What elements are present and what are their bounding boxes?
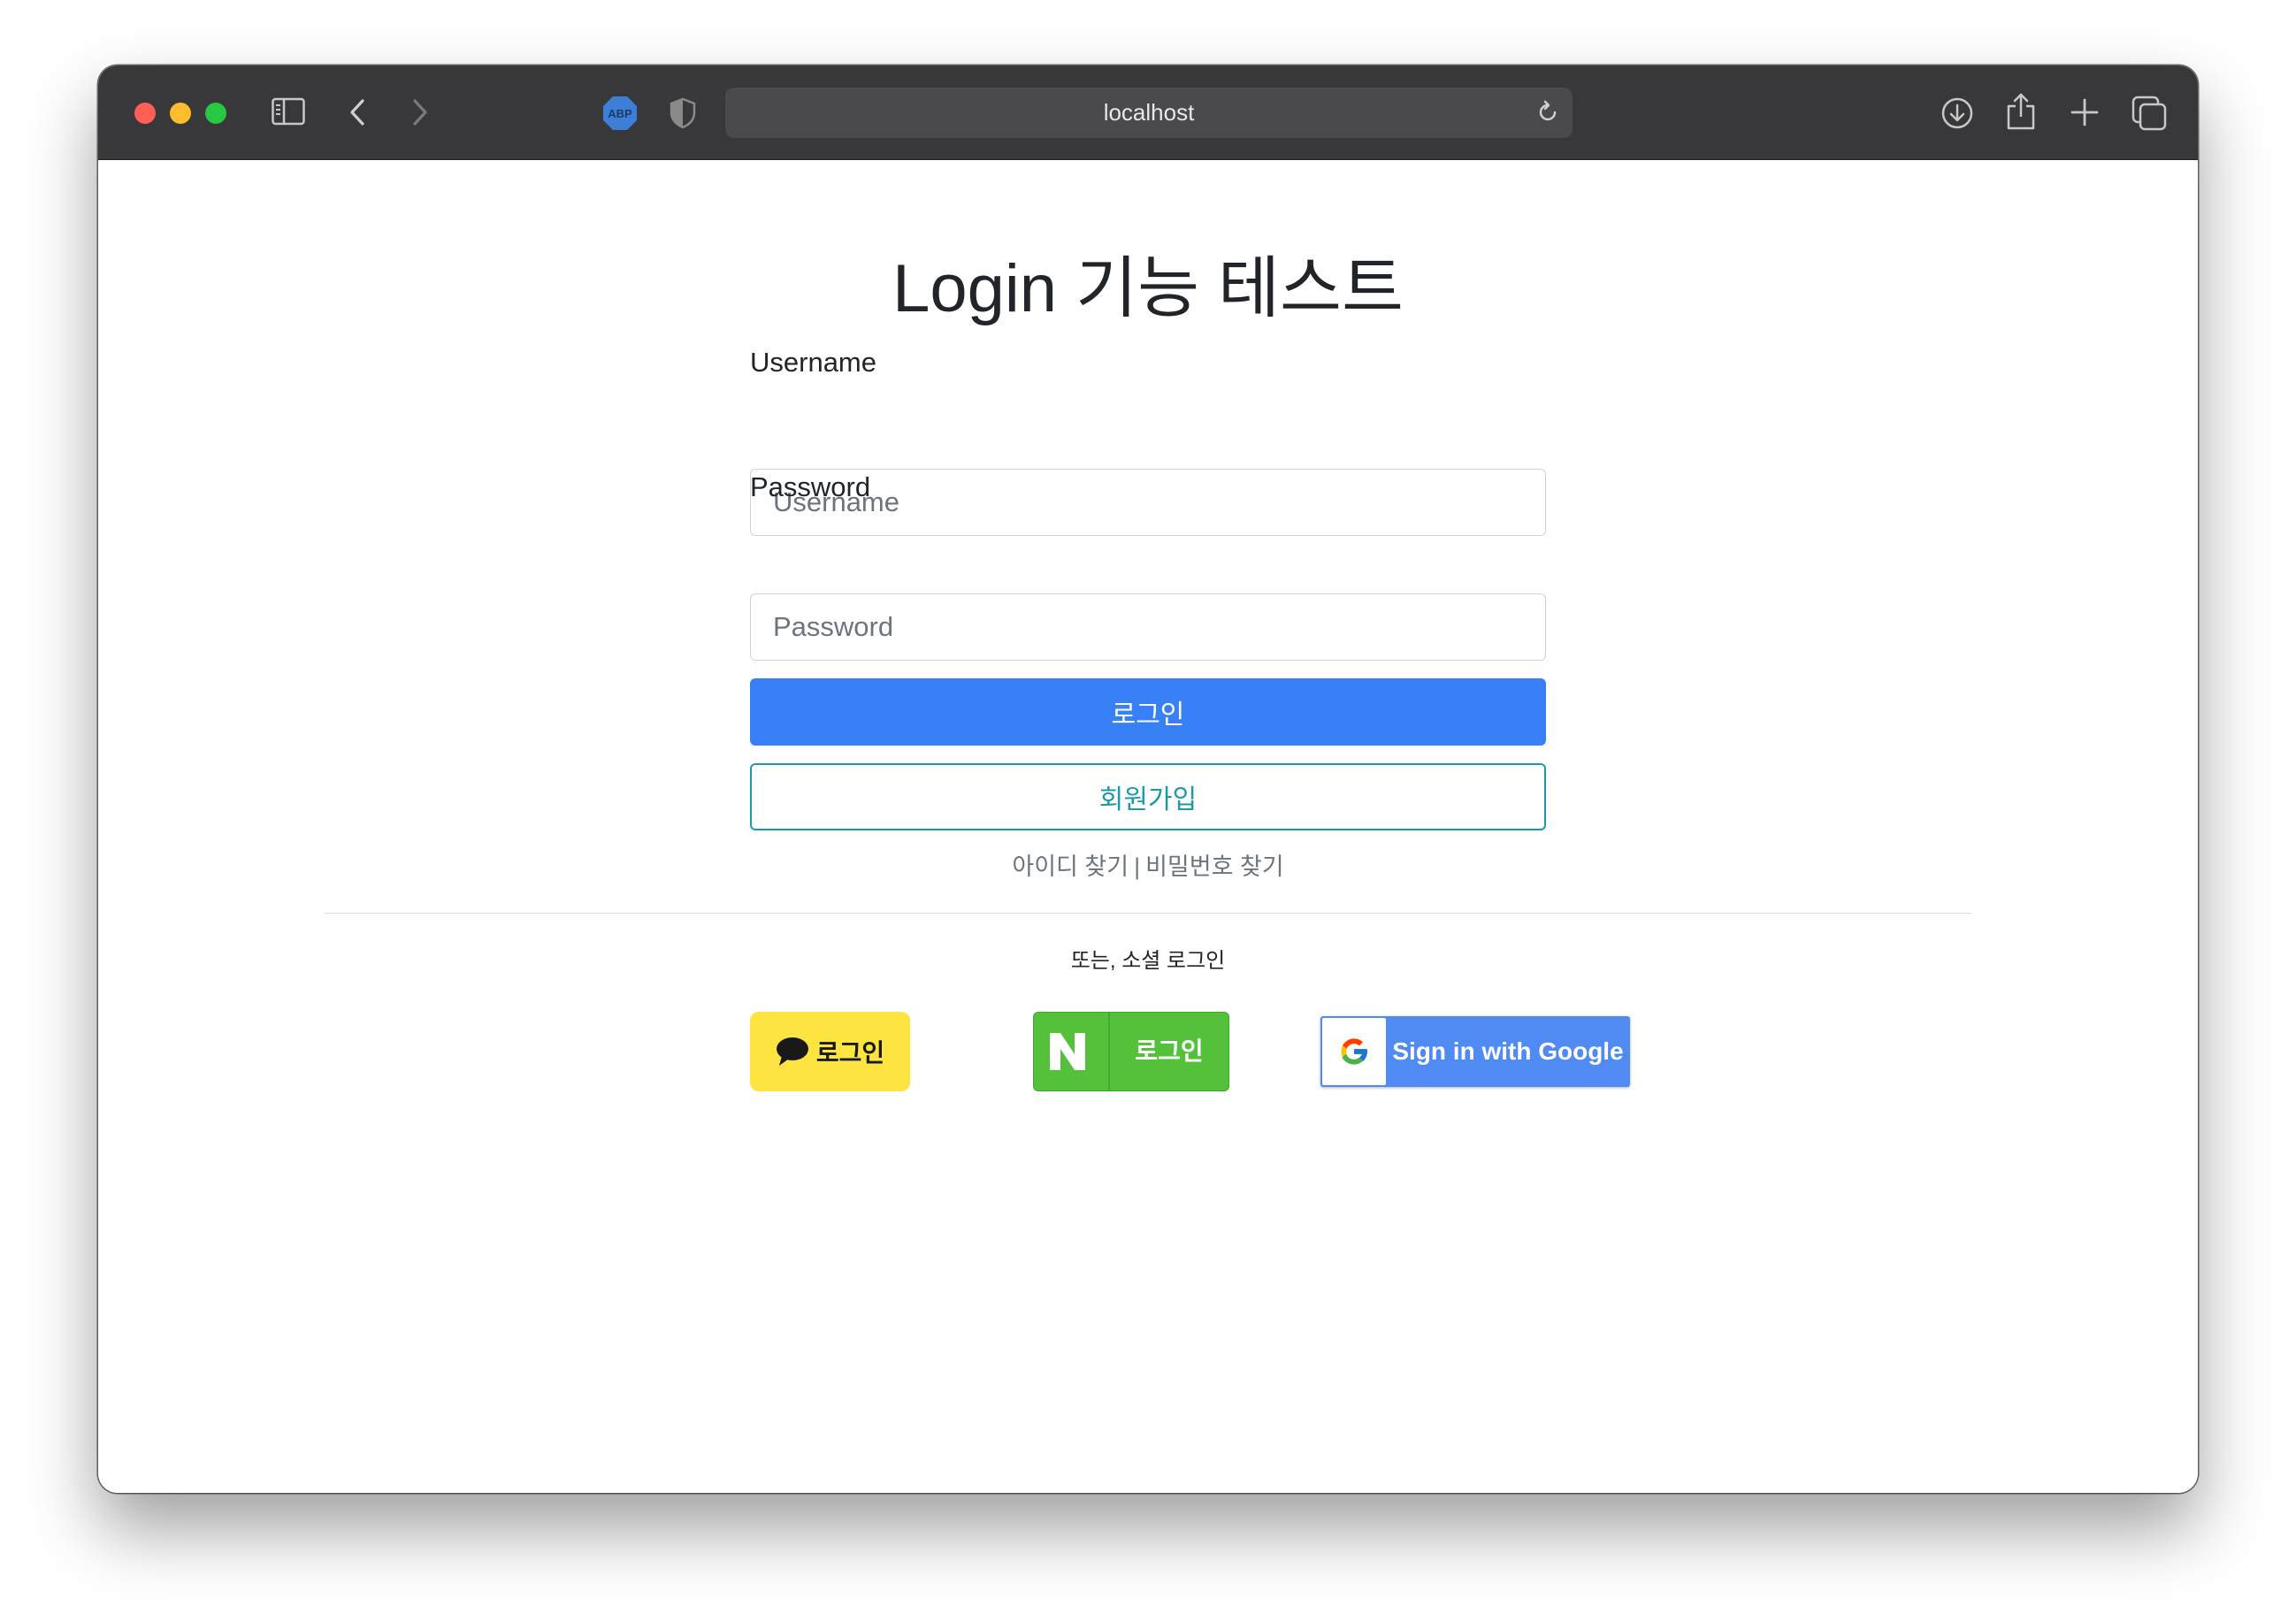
close-window-button[interactable] xyxy=(134,103,156,124)
browser-window: ABP localhost Login 기능 테스트 Username User… xyxy=(98,65,2198,1493)
abp-icon[interactable]: ABP xyxy=(602,96,638,131)
google-logo-icon xyxy=(1322,1018,1386,1085)
google-signin-button[interactable]: Sign in with Google xyxy=(1320,1016,1630,1087)
minimize-window-button[interactable] xyxy=(170,103,191,124)
address-bar[interactable]: localhost xyxy=(725,88,1573,138)
plus-icon[interactable] xyxy=(2070,97,2100,127)
chevron-right-icon[interactable] xyxy=(411,98,429,126)
find-password-link[interactable]: 비밀번호 찾기 xyxy=(1145,853,1284,880)
signup-button[interactable]: 회원가입 xyxy=(750,763,1546,830)
naver-n-icon xyxy=(1050,1033,1085,1070)
svg-text:ABP: ABP xyxy=(608,107,632,120)
password-label: Password xyxy=(750,471,871,502)
kakao-speech-bubble-icon xyxy=(776,1037,808,1066)
kakao-login-button[interactable]: 로그인 xyxy=(750,1012,910,1091)
naver-login-label: 로그인 xyxy=(1135,1037,1204,1065)
kakao-login-label: 로그인 xyxy=(815,1039,885,1067)
find-id-link[interactable]: 아이디 찾기 xyxy=(1012,853,1129,880)
google-signin-label: Sign in with Google xyxy=(1392,1037,1624,1065)
sidebar-icon[interactable] xyxy=(272,97,305,126)
download-icon[interactable] xyxy=(1940,96,1974,130)
share-icon[interactable] xyxy=(2006,92,2036,131)
password-input[interactable] xyxy=(750,593,1546,661)
account-links: 아이디 찾기 | 비밀번호 찾기 xyxy=(750,847,1546,882)
address-text: localhost xyxy=(1103,99,1195,126)
browser-toolbar: ABP localhost xyxy=(98,65,2198,160)
tabs-overview-icon[interactable] xyxy=(2131,96,2167,131)
reload-icon[interactable] xyxy=(1535,100,1560,129)
login-button[interactable]: 로그인 xyxy=(750,678,1546,746)
page-title: Login 기능 테스트 xyxy=(892,251,1404,326)
zoom-window-button[interactable] xyxy=(205,103,226,124)
username-label: Username xyxy=(750,347,876,378)
social-login-caption: 또는, 소셜 로그인 xyxy=(1070,949,1226,973)
link-separator: | xyxy=(1134,853,1141,880)
section-divider xyxy=(325,913,1971,914)
page-content: Login 기능 테스트 Username Password 로그인 회원가입 … xyxy=(98,160,2198,1493)
naver-login-button[interactable]: 로그인 xyxy=(1033,1012,1229,1091)
chevron-left-icon[interactable] xyxy=(348,98,366,126)
shield-icon[interactable] xyxy=(670,97,696,129)
